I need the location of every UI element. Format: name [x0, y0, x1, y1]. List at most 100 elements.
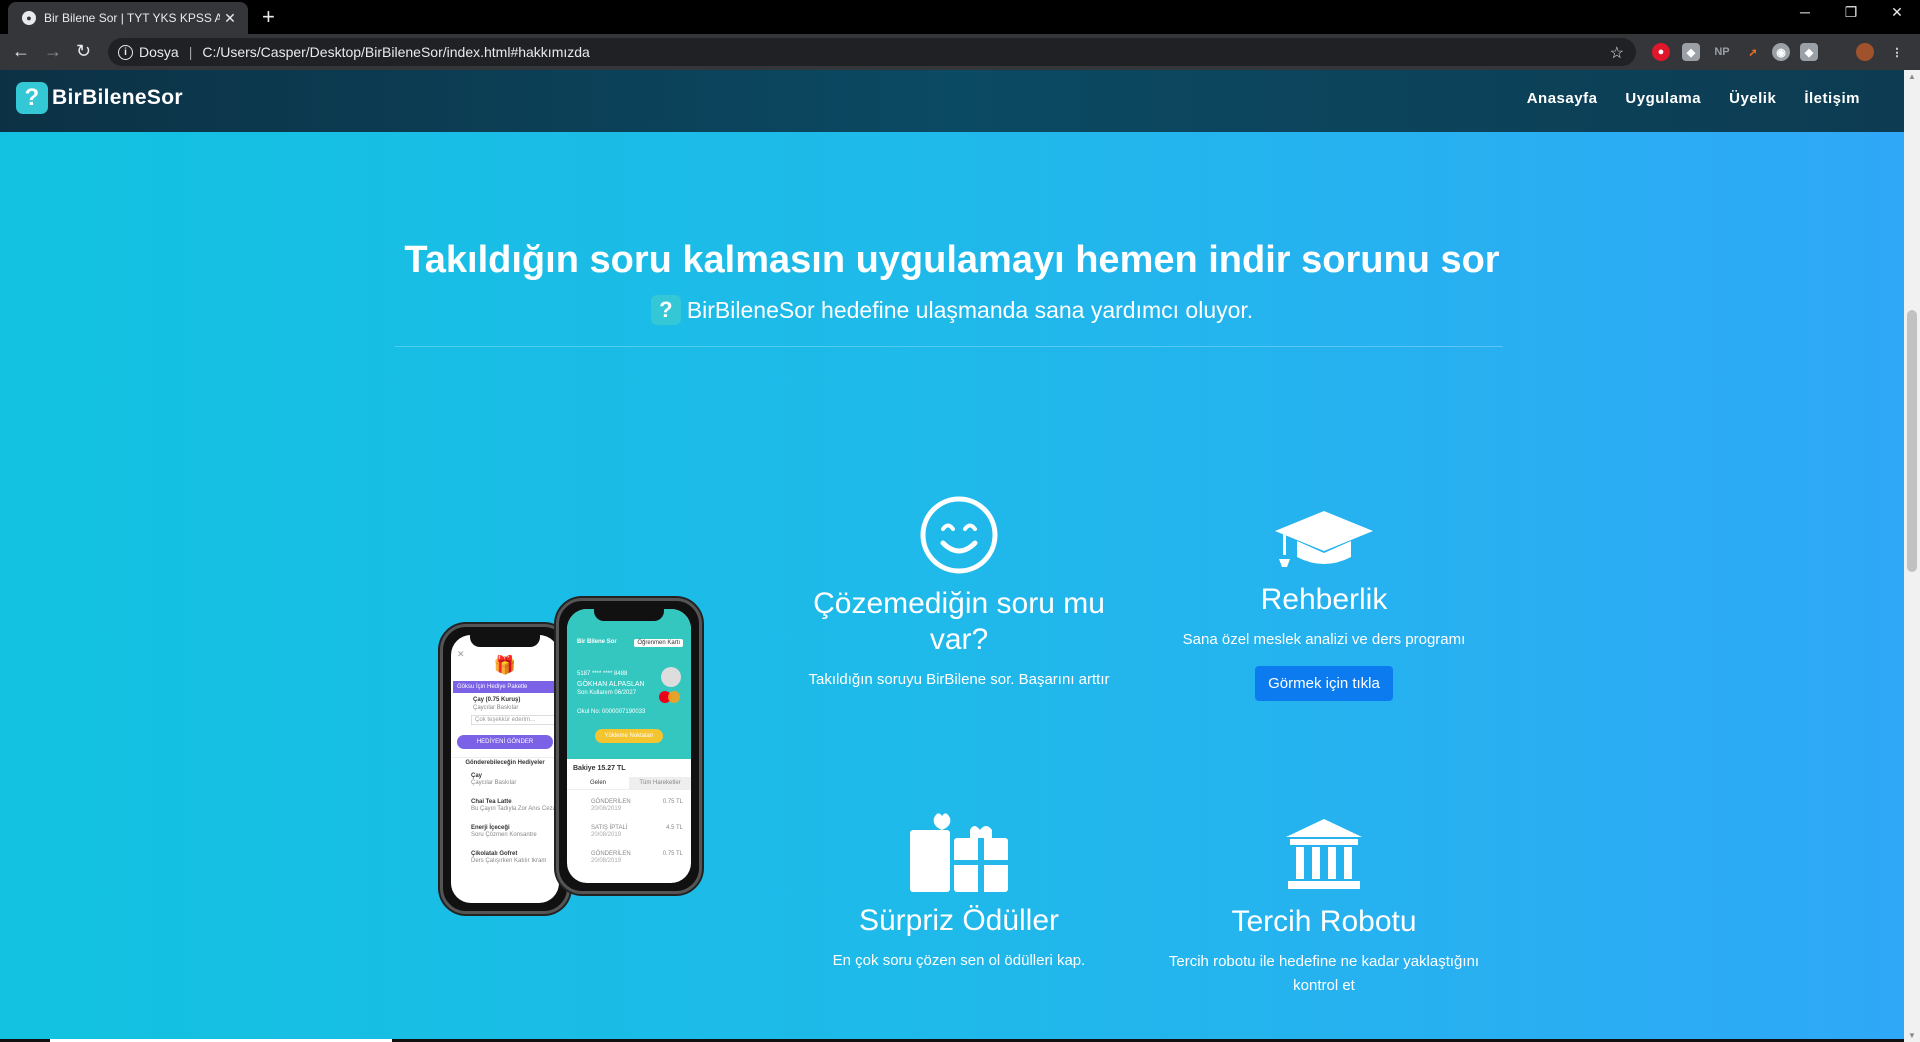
- close-window-icon[interactable]: ✕: [1874, 4, 1920, 21]
- nav-links: Anasayfa Uygulama Üyelik İletişim: [1527, 90, 1860, 107]
- tx-amount: 4.5 TL: [666, 825, 683, 831]
- feature-solve: Çözemediğin soru mu var? Takıldığın soru…: [789, 495, 1129, 692]
- smile-icon: [920, 496, 998, 574]
- brand[interactable]: ? BirBileneSor: [16, 82, 183, 114]
- university-icon: [1286, 819, 1362, 889]
- graduation-cap-icon: [1275, 511, 1373, 567]
- scrollbar-thumb[interactable]: [1907, 310, 1917, 572]
- card-name: GÖKHAN ALPASLAN: [577, 681, 645, 688]
- hero-subtitle-text: BirBileneSor hedefine ulaşmanda sana yar…: [686, 296, 1254, 323]
- card-school: Okul No: 0000007190033: [577, 709, 646, 715]
- feature-title: Rehberlik: [1260, 583, 1388, 616]
- list-item-sub: Çaycılar Baskılar: [471, 780, 517, 786]
- url-text[interactable]: C:/Users/Casper/Desktop/BirBileneSor/ind…: [202, 44, 590, 60]
- feature-text: Sana özel meslek analizi ve ders program…: [1182, 631, 1466, 648]
- feature-title: Tercih Robotu: [1231, 905, 1417, 938]
- minimize-icon[interactable]: ─: [1782, 4, 1828, 20]
- list-item-title: Çikolatalı Gofret: [471, 851, 518, 857]
- list-item-sub: Soru Çözmen Konsantre: [471, 832, 537, 838]
- divider: [395, 346, 1503, 347]
- card-brand: Bir Bilene Sor: [577, 639, 617, 645]
- tx-date: 20/08/2019: [591, 832, 622, 838]
- tx-date: 20/08/2019: [591, 858, 622, 864]
- scroll-down-icon[interactable]: ▼: [1908, 1031, 1916, 1040]
- tx-label: SATIŞ İPTALİ: [591, 825, 628, 831]
- phone-screen-right: Bir Bilene Sor Öğrenmen Kartı 5187 **** …: [567, 609, 691, 883]
- tab-all: Tüm Hareketler: [629, 777, 691, 789]
- new-tab-button[interactable]: +: [262, 6, 275, 28]
- menu-icon[interactable]: ⋮: [1888, 43, 1906, 61]
- logo-icon: ?: [16, 82, 48, 114]
- list-item-sub: Bu Çayın Tadıyla Zor Anıs Cezal: [471, 806, 558, 812]
- send-gift-button: HEDİYENİ GÖNDER: [457, 735, 553, 749]
- forward-icon[interactable]: →: [44, 42, 62, 60]
- balance: Bakiye 15.27 TL: [573, 765, 626, 772]
- gift-icon: 🎁: [493, 655, 517, 675]
- tx-label: GÖNDERİLEN: [591, 799, 631, 805]
- extension-np-icon[interactable]: NP: [1710, 43, 1734, 61]
- list-item-title: Enerji İçeceği: [471, 825, 510, 831]
- shield-icon[interactable]: ◆: [1682, 43, 1700, 61]
- tx-label: GÖNDERİLEN: [591, 851, 631, 857]
- tx-tabs: Gelen Tüm Hareketler: [567, 777, 691, 790]
- separator: |: [188, 44, 193, 60]
- page-scrollbar[interactable]: ▲ ▼: [1904, 70, 1920, 1042]
- avatar: [661, 667, 681, 687]
- feature-text: Takıldığın soruyu BirBilene sor. Başarın…: [808, 671, 1110, 688]
- info-icon[interactable]: i: [118, 44, 133, 60]
- address-bar[interactable]: i Dosya | C:/Users/Casper/Desktop/BirBil…: [108, 38, 1636, 66]
- protocol-label: Dosya: [139, 44, 179, 60]
- tx-amount: 0.75 TL: [662, 851, 683, 857]
- feature-text: En çok soru çözen sen ol ödülleri kap.: [832, 952, 1086, 969]
- close-tab-icon[interactable]: ✕: [220, 10, 240, 27]
- bookmark-star-icon[interactable]: ☆: [1610, 43, 1624, 63]
- list-item-sub: Ders Çalışırken Katılır Ikram: [471, 858, 547, 864]
- extension-grey-icon[interactable]: ◉: [1772, 43, 1790, 61]
- extension-red-icon[interactable]: ●: [1652, 43, 1670, 61]
- feature-rewards: Sürpriz Ödüller En çok soru çözen sen ol…: [789, 812, 1129, 973]
- feature-title: Sürpriz Ödüller: [858, 904, 1060, 937]
- item-title: Çay (0.75 Kuruş): [473, 697, 521, 703]
- gift-header: Göksu İçin Hediye Paketle: [453, 681, 557, 693]
- hero-title: Takıldığın soru kalmasın uygulamayı heme…: [404, 239, 1500, 281]
- page-viewport: ? BirBileneSor Anasayfa Uygulama Üyelik …: [0, 70, 1904, 1042]
- scroll-up-icon[interactable]: ▲: [1908, 72, 1916, 81]
- tx-date: 20/08/2019: [591, 806, 622, 812]
- card-tag: Öğrenmen Kartı: [634, 639, 683, 647]
- list-item-title: Chai Tea Latte: [471, 799, 512, 805]
- card-number: 5187 **** **** 8488: [577, 671, 628, 677]
- gift-list-header: Gönderebileceğin Hediyeler: [451, 757, 559, 766]
- tab-incoming: Gelen: [589, 780, 606, 786]
- globe-icon: ●: [22, 11, 36, 25]
- brand-name: BirBileneSor: [52, 86, 183, 109]
- item-sub: Çaycılar Baskılar: [473, 705, 519, 711]
- feature-robot: Tercih Robotu Tercih robotu ile hedefine…: [1154, 817, 1494, 998]
- message-input: Çok teşekkür ederim...: [471, 715, 555, 725]
- feature-title: Çözemediğin soru mu var?: [813, 587, 1105, 656]
- nav-link-anasayfa[interactable]: Anasayfa: [1527, 90, 1598, 107]
- tab-title: Bir Bilene Sor | TYT YKS KPSS ALE: [44, 11, 220, 25]
- tx-amount: 0.75 TL: [662, 799, 683, 805]
- card-date: Son Kullanım 06/2027: [577, 690, 637, 696]
- logo-icon: ?: [650, 295, 681, 325]
- view-button[interactable]: Görmek için tıkla: [1255, 666, 1393, 701]
- feature-guidance: Rehberlik Sana özel meslek analizi ve de…: [1154, 507, 1494, 701]
- avatar[interactable]: [1856, 43, 1874, 61]
- site-navbar: ? BirBileneSor Anasayfa Uygulama Üyelik …: [0, 70, 1904, 132]
- feature-text: Tercih robotu ile hedefine ne kadar yakl…: [1168, 953, 1480, 994]
- back-icon[interactable]: ←: [12, 42, 30, 60]
- browser-toolbar: ← → ↻ i Dosya | C:/Users/Casper/Desktop/…: [0, 34, 1920, 70]
- list-item-title: Çay: [471, 773, 483, 779]
- hero-subtitle: ? BirBileneSor hedefine ulaşmanda sana y…: [0, 295, 1904, 325]
- load-points-button: Yükleme Noktaları: [595, 729, 663, 743]
- extension-orange-icon[interactable]: ➚: [1744, 43, 1762, 61]
- nav-link-uyelik[interactable]: Üyelik: [1729, 90, 1776, 107]
- phone-mockup-left: ✕ 🎁 Göksu İçin Hediye Paketle Çay (0.75 …: [440, 624, 570, 914]
- browser-tab[interactable]: ● Bir Bilene Sor | TYT YKS KPSS ALE ✕: [8, 2, 248, 34]
- nav-link-iletisim[interactable]: İletişim: [1804, 90, 1860, 107]
- nav-link-uygulama[interactable]: Uygulama: [1625, 90, 1701, 107]
- reload-icon[interactable]: ↻: [76, 42, 91, 60]
- extension-shield2-icon[interactable]: ◆: [1800, 43, 1818, 61]
- restore-icon[interactable]: ❐: [1828, 4, 1874, 21]
- gift-icon: [910, 813, 1008, 892]
